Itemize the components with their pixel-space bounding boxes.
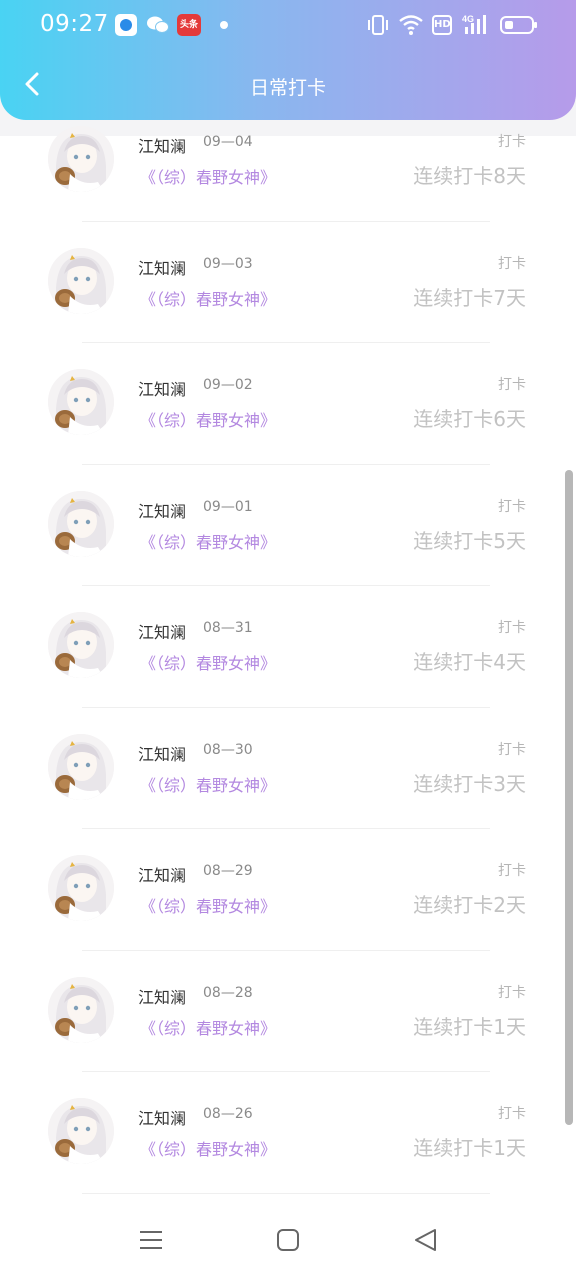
book-title-link[interactable]: 《（综）春野女神》	[140, 407, 276, 431]
streak-label: 连续打卡1天	[413, 1136, 526, 1160]
row-divider	[82, 1192, 490, 1194]
book-title-link[interactable]: 《（综）春野女神》	[140, 529, 276, 553]
streak-label: 连续打卡7天	[413, 285, 526, 310]
home-button[interactable]	[268, 1222, 308, 1262]
checkin-action-label: 打卡	[498, 498, 526, 515]
book-title-link[interactable]: 《（综）春野女神》	[140, 1136, 276, 1160]
user-name[interactable]: 江知澜	[138, 862, 186, 886]
avatar[interactable]	[48, 369, 114, 435]
checkin-action-label: 打卡	[498, 741, 526, 758]
avatar[interactable]	[48, 855, 114, 921]
checkin-row[interactable]: 江知澜 08—28 《（综）春野女神》 打卡 连续打卡1天	[0, 951, 576, 1072]
battery-icon	[500, 16, 537, 34]
system-nav-bar	[0, 1202, 576, 1280]
notification-dot	[220, 21, 228, 29]
checkin-action-label: 打卡	[498, 863, 526, 879]
back-triangle-icon	[413, 1228, 439, 1256]
circle-app-icon	[115, 14, 137, 36]
checkin-row[interactable]: 江知澜 09—03 《（综）春野女神》 打卡 连续打卡7天	[0, 222, 576, 343]
status-bar: 09:27 头条 HD 4G	[0, 0, 576, 50]
streak-label: 连续打卡5天	[413, 528, 526, 553]
streak-label: 连续打卡3天	[413, 771, 526, 796]
user-name[interactable]: 江知澜	[138, 741, 186, 765]
user-name[interactable]: 江知澜	[138, 255, 186, 279]
checkin-date: 09—04	[203, 134, 253, 150]
checkin-row[interactable]: 江知澜 08—31 《（综）春野女神》 打卡 连续打卡4天	[0, 586, 576, 708]
checkin-row[interactable]: 江知澜 08—29 《（综）春野女神》 打卡 连续打卡2天	[0, 829, 576, 951]
scrollbar[interactable]	[565, 470, 573, 1125]
wifi-icon	[398, 12, 424, 38]
avatar[interactable]	[48, 247, 114, 314]
checkin-action-label: 打卡	[498, 1106, 526, 1122]
checkin-date: 09—01	[203, 498, 253, 515]
streak-label: 连续打卡1天	[413, 1014, 526, 1039]
app-header: 09:27 头条 HD 4G 日常打卡	[0, 0, 576, 120]
checkin-date: 08—29	[203, 863, 253, 879]
avatar[interactable]	[48, 490, 114, 557]
book-title-link[interactable]: 《（综）春野女神》	[140, 893, 276, 917]
user-name[interactable]: 江知澜	[138, 1105, 186, 1129]
checkin-row[interactable]: 江知澜 08—26 《（综）春野女神》 打卡 连续打卡1天	[0, 1072, 576, 1194]
checkin-date: 08—26	[203, 1106, 253, 1122]
checkin-row[interactable]: 江知澜 09—02 《（综）春野女神》 打卡 连续打卡6天	[0, 343, 576, 465]
checkin-date: 09—03	[203, 255, 253, 272]
book-title-link[interactable]: 《（综）春野女神》	[140, 164, 276, 188]
streak-label: 连续打卡4天	[413, 650, 526, 674]
user-name[interactable]: 江知澜	[138, 133, 186, 157]
streak-label: 连续打卡8天	[413, 164, 526, 188]
user-name[interactable]: 江知澜	[138, 619, 186, 643]
avatar[interactable]	[48, 1098, 114, 1164]
user-name[interactable]: 江知澜	[138, 984, 186, 1008]
checkin-action-label: 打卡	[498, 255, 526, 272]
signal-icon: 4G	[462, 12, 490, 38]
streak-label: 连续打卡2天	[413, 893, 526, 917]
checkin-list[interactable]: 江知澜 09—04 《（综）春野女神》 打卡 连续打卡8天 江知澜 09—03 …	[0, 112, 576, 1202]
book-title-link[interactable]: 《（综）春野女神》	[140, 772, 276, 796]
book-title-link[interactable]: 《（综）春野女神》	[140, 286, 276, 310]
user-name[interactable]: 江知澜	[138, 498, 186, 522]
checkin-date: 08—30	[203, 741, 253, 758]
checkin-row[interactable]: 江知澜 08—30 《（综）春野女神》 打卡 连续打卡3天	[0, 708, 576, 829]
checkin-row[interactable]: 江知澜 09—01 《（综）春野女神》 打卡 连续打卡5天	[0, 465, 576, 586]
nav-bar: 日常打卡	[0, 60, 576, 110]
svg-text:4G: 4G	[462, 14, 474, 24]
avatar[interactable]	[48, 126, 114, 192]
checkin-action-label: 打卡	[498, 134, 526, 150]
home-icon	[276, 1228, 300, 1256]
checkin-date: 09—02	[203, 377, 253, 393]
hd-icon: HD	[432, 15, 452, 35]
page-title: 日常打卡	[249, 77, 326, 99]
checkin-action-label: 打卡	[498, 984, 526, 1001]
status-time: 09:27	[40, 11, 109, 37]
checkin-date: 08—31	[203, 620, 253, 636]
menu-icon	[138, 1228, 164, 1256]
checkin-date: 08—28	[203, 984, 253, 1001]
avatar[interactable]	[48, 612, 114, 678]
avatar[interactable]	[48, 733, 114, 800]
menu-button[interactable]	[131, 1222, 171, 1262]
toutiao-icon: 头条	[177, 14, 201, 36]
book-title-link[interactable]: 《（综）春野女神》	[140, 650, 276, 674]
streak-label: 连续打卡6天	[413, 407, 526, 431]
checkin-action-label: 打卡	[498, 377, 526, 393]
wechat-icon	[146, 14, 169, 36]
book-title-link[interactable]: 《（综）春野女神》	[140, 1015, 276, 1039]
avatar[interactable]	[48, 976, 114, 1043]
user-name[interactable]: 江知澜	[138, 376, 186, 400]
vibrate-icon	[366, 12, 390, 38]
checkin-row[interactable]: 江知澜 09—04 《（综）春野女神》 打卡 连续打卡8天	[0, 112, 576, 222]
system-back-button[interactable]	[406, 1222, 446, 1262]
checkin-action-label: 打卡	[498, 620, 526, 636]
